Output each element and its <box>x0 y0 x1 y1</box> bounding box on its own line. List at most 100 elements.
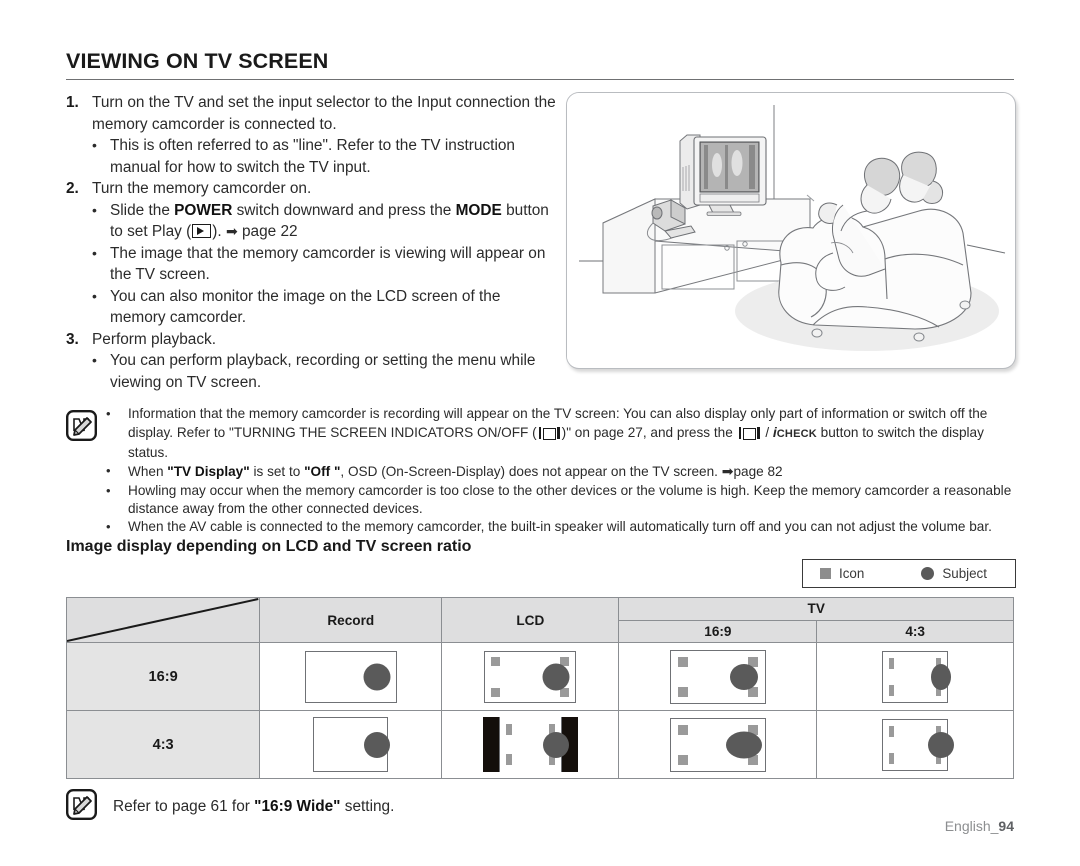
tv-display-label: "TV Display" <box>167 464 250 480</box>
note-pencil-icon <box>66 789 98 825</box>
cell-lcd-169 <box>441 642 620 711</box>
step-2-text: Turn the memory camcorder on. <box>92 180 312 197</box>
text-fragment: / <box>761 425 773 441</box>
table-corner-cell <box>65 597 261 643</box>
note-bullet-3-text: Howling may occur when the memory camcor… <box>128 482 1012 517</box>
icon-marker <box>505 724 512 735</box>
bullet-dot-icon: • <box>92 352 97 368</box>
legend-label-icon: Icon <box>839 566 865 581</box>
icon-marker <box>889 657 895 669</box>
icon-marker <box>491 656 501 666</box>
table-header-lcd: LCD <box>441 597 620 643</box>
bullet-dot-icon: • <box>106 482 111 498</box>
table-row: 16:9 <box>65 642 1014 711</box>
text-fragment: Refer to page 61 for <box>113 798 255 815</box>
step-3-text: Perform playback. <box>92 330 217 348</box>
cell-lcd-43 <box>441 710 620 779</box>
legend-label-subject: Subject <box>942 566 987 581</box>
step-2-bullet-1: • Slide the POWER switch downward and pr… <box>92 200 556 243</box>
instruction-steps: 1. Turn on the TV and set the input sele… <box>66 92 556 393</box>
icon-marker <box>677 724 688 735</box>
step-2-bullet-3: • You can also monitor the image on the … <box>92 286 556 329</box>
page-number-value: 94 <box>998 818 1014 834</box>
icon-marker <box>889 752 895 764</box>
icon-marker <box>677 754 688 765</box>
page-title: VIEWING ON TV SCREEN <box>66 49 329 73</box>
note-bullet-2: • When "TV Display" is set to "Off ", OS… <box>106 462 1016 481</box>
subject-marker <box>928 731 955 758</box>
step-1-text: Turn on the TV and set the input selecto… <box>92 94 556 133</box>
legend-circle-swatch-icon <box>921 567 935 580</box>
table-header-record: Record <box>259 597 443 643</box>
bullet-dot-icon: • <box>92 137 97 153</box>
step-1-bullet-1: • This is often referred to as "line". R… <box>92 135 556 178</box>
display-icon <box>538 427 560 441</box>
ratio-comparison-table: Record LCD TV 16:9 4:3 16:9 4:3 <box>65 597 1014 779</box>
step-1-bullet-1-text: This is often referred to as "line". Ref… <box>110 137 515 176</box>
step-3: 3. Perform playback. <box>66 329 556 351</box>
text-fragment: ). <box>212 223 226 240</box>
text-fragment: switch downward and press the <box>232 201 456 219</box>
page-language: English_ <box>944 818 999 834</box>
note-bullet-1-text: Information that the memory camcorder is… <box>128 405 1016 462</box>
bullet-dot-icon: • <box>92 201 97 218</box>
cell-tv43-169 <box>816 642 1014 711</box>
footer-note: Refer to page 61 for "16:9 Wide" setting… <box>66 789 394 825</box>
subject-marker <box>542 663 570 690</box>
arrow-right-icon: ➡ <box>225 223 238 239</box>
table-header-row-1: Record LCD TV <box>65 597 1014 643</box>
bullet-dot-icon: • <box>92 287 97 304</box>
subject-marker <box>363 731 390 758</box>
off-label: "Off " <box>304 464 341 480</box>
mode-label: MODE <box>455 201 502 219</box>
table-row: 4:3 <box>65 710 1014 779</box>
text-fragment: When <box>128 464 168 480</box>
arrow-right-icon: ➡ <box>721 463 734 480</box>
wide-setting-label: "16:9 Wide" <box>254 798 341 815</box>
text-fragment: , OSD (On-Screen-Display) does not appea… <box>340 464 722 480</box>
text-fragment: )" on page 27, and press the <box>561 425 737 441</box>
note-bullet-2-text: When "TV Display" is set to "Off ", OSD … <box>128 462 1016 481</box>
tv-viewing-scene <box>567 93 1013 366</box>
step-2-bullet-2: • The image that the memory camcorder is… <box>92 243 556 286</box>
text-fragment: Slide the <box>110 201 175 219</box>
bullet-dot-icon: • <box>106 406 111 421</box>
subject-marker <box>931 663 952 690</box>
section-heading: Image display depending on LCD and TV sc… <box>66 538 472 555</box>
note-bullet-4: • When the AV cable is connected to the … <box>106 518 1016 536</box>
step-2-number: 2. <box>66 180 79 197</box>
bullet-dot-icon: • <box>92 244 97 261</box>
subject-marker <box>729 663 758 690</box>
step-3-bullet-1-text: You can perform playback, recording or s… <box>110 352 536 391</box>
page-ref: page 22 <box>237 223 298 240</box>
icon-marker <box>677 686 688 697</box>
footer-note-text: Refer to page 61 for "16:9 Wide" setting… <box>113 798 394 816</box>
step-2: 2. Turn the memory camcorder on. <box>66 178 556 200</box>
step-1-number: 1. <box>66 94 79 111</box>
tv-viewing-scene-illustration <box>566 92 1016 369</box>
subject-marker <box>543 731 570 758</box>
step-2-bullet-3-text: You can also monitor the image on the LC… <box>110 287 501 327</box>
legend-item-icon: Icon <box>820 566 864 581</box>
screen-preview-record-43 <box>313 717 390 772</box>
step-2-bullet-1-text: Slide the POWER switch downward and pres… <box>110 200 556 243</box>
screen-preview-tv43-43 <box>882 718 955 771</box>
note-bullet-3: • Howling may occur when the memory camc… <box>106 482 1016 519</box>
step-3-bullet-1: • You can perform playback, recording or… <box>92 350 556 393</box>
text-fragment: setting. <box>340 798 395 815</box>
page-number: English_94 <box>945 818 1014 834</box>
icon-marker <box>491 687 501 697</box>
screen-preview-lcd-169 <box>484 650 577 703</box>
text-fragment: is set to <box>249 464 305 480</box>
manual-page: VIEWING ON TV SCREEN 1. Turn on the TV a… <box>0 0 1080 866</box>
cell-tv169-43 <box>618 710 818 779</box>
icon-marker <box>505 754 512 765</box>
subject-marker <box>363 663 391 690</box>
title-divider <box>66 78 1014 80</box>
diagonal-divider-icon <box>67 598 259 642</box>
cell-tv169-169 <box>618 642 818 711</box>
note-content: • Information that the memory camcorder … <box>106 405 1016 537</box>
icon-marker <box>677 656 688 667</box>
page-header: VIEWING ON TV SCREEN <box>66 50 1014 80</box>
screen-preview-record-169 <box>304 650 397 703</box>
